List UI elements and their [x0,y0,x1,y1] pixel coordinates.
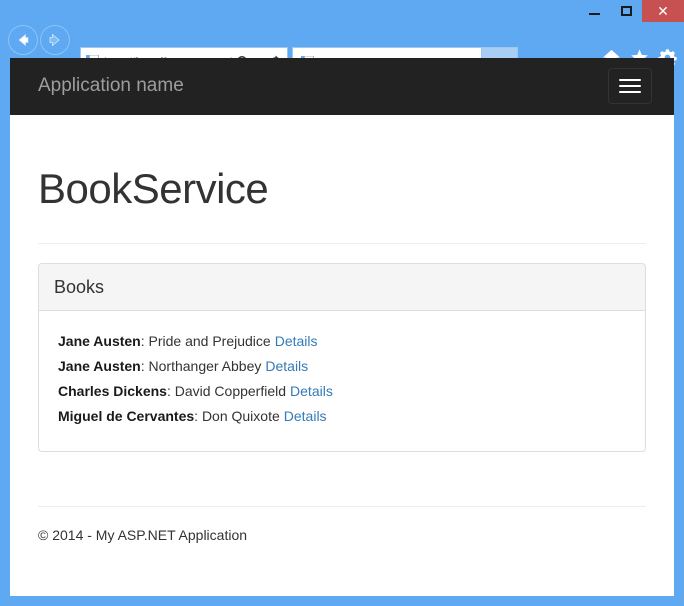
close-window-button[interactable]: ✕ [642,0,684,22]
app-navbar: Application name [10,58,674,115]
minimize-button[interactable] [578,0,610,22]
back-button[interactable] [8,25,38,55]
book-details-link[interactable]: Details [290,383,333,399]
book-list-item: Jane Austen: Northanger Abbey Details [58,354,626,379]
book-title: Northanger Abbey [148,358,262,374]
back-arrow-icon [18,33,29,47]
book-separator: : [194,408,199,424]
book-separator: : [166,383,171,399]
page-title: BookService [38,165,269,212]
footer-copyright-text: © 2014 - My ASP.NET Application [38,527,248,543]
browser-title-bar: ✕ [0,0,684,22]
app-brand-link[interactable]: Application name [38,74,184,98]
book-list-item: Miguel de Cervantes: Don Quixote Details [58,404,626,429]
book-author: Charles Dickens [58,383,167,399]
book-author: Jane Austen [58,358,141,374]
book-author: Jane Austen [58,333,141,349]
minimize-icon [588,13,600,15]
book-details-link[interactable]: Details [265,358,308,374]
browser-navigation-bar: http://localhost:50524/H [0,22,684,78]
maximize-icon [620,6,632,16]
book-title: David Copperfield [174,383,287,399]
book-details-link[interactable]: Details [275,333,318,349]
book-author: Miguel de Cervantes [58,408,195,424]
books-panel-body: Jane Austen: Pride and Prejudice Details … [39,311,645,451]
page-footer: © 2014 - My ASP.NET Application [38,525,646,545]
book-details-link[interactable]: Details [284,408,327,424]
hamburger-menu-icon-bar [619,91,641,93]
forward-button[interactable] [40,25,70,55]
browser-window: ✕ http://localhost:50524/H [0,0,684,606]
books-panel-title: Books [54,277,105,297]
book-list-item: Charles Dickens: David Copperfield Detail… [58,379,626,404]
book-separator: : [140,358,145,374]
hamburger-menu-icon-bar [619,79,641,81]
book-list-item: Jane Austen: Pride and Prejudice Details [58,329,626,354]
title-divider [38,243,646,244]
maximize-button[interactable] [610,0,642,22]
book-title: Don Quixote [201,408,280,424]
footer-divider [38,506,646,507]
hamburger-menu-icon-bar [619,85,641,87]
page-viewport: Application name BookService Books Jane … [10,58,674,596]
books-panel: Books Jane Austen: Pride and Prejudice De… [38,263,646,452]
book-title: Pride and Prejudice [148,333,271,349]
forward-arrow-icon [49,33,60,47]
navbar-toggle-button[interactable] [608,68,652,104]
page-container: BookService Books Jane Austen: Pride and… [10,164,674,545]
books-panel-heading: Books [39,264,645,311]
book-separator: : [140,333,145,349]
close-icon: ✕ [657,3,669,19]
